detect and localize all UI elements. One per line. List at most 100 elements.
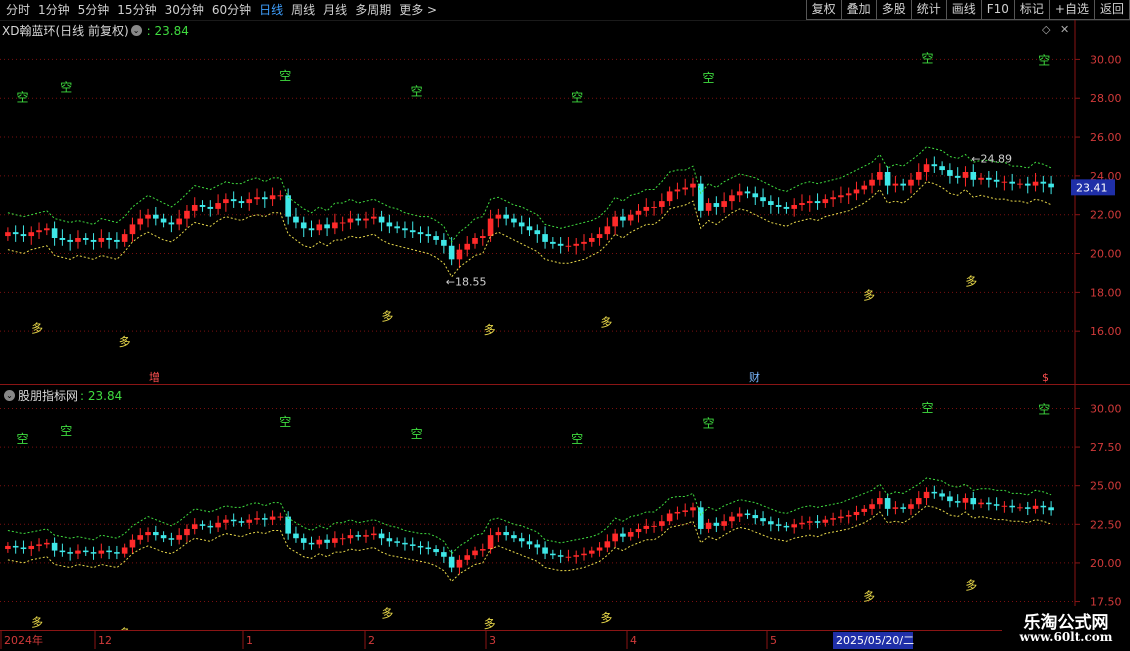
toolbar-button-8[interactable]: 返回 [1093,0,1130,20]
candle-body [939,493,945,497]
main-chart-svg: 30.0028.0026.0024.0022.0020.0018.0016.00… [0,20,1122,385]
x-tick-label: 1 [246,634,253,647]
tab-period-5[interactable]: 60分钟 [208,0,255,20]
long-signal-label: 多 [31,616,43,630]
tab-period-1[interactable]: 1分钟 [34,0,74,20]
candle-body [36,230,42,233]
candle-body [627,532,634,537]
tab-period-4[interactable]: 30分钟 [161,0,208,20]
candle-body [106,238,112,240]
candle-body [806,521,813,523]
candle-body [51,228,58,238]
candle-body [386,538,393,542]
toolbar-button-2[interactable]: 多股 [875,0,912,20]
candle-body [511,218,517,223]
candle-body [900,507,906,509]
candle-body [448,245,455,260]
watermark-logo: 乐淘公式网 www.60lt.com [1002,606,1130,650]
candle-body [612,533,618,542]
candle-body [690,507,696,511]
tab-period-7[interactable]: 周线 [287,0,319,20]
candle-body [153,532,159,536]
y-tick-label: 28.00 [1090,92,1122,105]
candle-body [230,519,237,522]
indicator-panel[interactable]: ⌄ 股朋指标网 : 23.84 30.00 27.50 25.00 22.50 20.0… [0,385,1130,630]
toolbar-button-7[interactable]: +自选 [1048,0,1095,20]
candle-body [682,510,689,512]
candle-body [238,201,245,204]
candle-body [962,498,969,503]
toolbar-button-5[interactable]: F10 [980,0,1015,20]
candle-body [145,532,151,536]
candle-body [643,525,650,529]
max-price-label: ←24.89 [971,153,1012,166]
candle-body [550,553,556,556]
candle-body [269,516,276,520]
candle-body [28,232,35,237]
candle-body [300,222,307,229]
candle-body [1032,505,1039,509]
candle-body [518,538,525,542]
candle-body [643,206,650,211]
candle-body [1017,183,1023,185]
candle-body [861,185,868,190]
tab-period-3[interactable]: 15分钟 [113,0,160,20]
toolbar-button-0[interactable]: 复权 [805,0,842,20]
candle-body [620,533,626,537]
tab-period-10[interactable]: 更多 > [395,0,441,20]
toolbar: 分时 1分钟 5分钟 15分钟 30分钟 60分钟 日线 周线 月线 多周期 更多 > 复权 叠加 多股… [0,0,1130,21]
event-marker: 财 [749,370,760,384]
candle-body [954,175,961,178]
candle-body [573,243,580,246]
candle-body [223,519,229,523]
main-chart-panel[interactable]: XD翰蓝环(日线 前复权) ⌄ : 23.84 30.00 28.00 26.00 2… [0,20,1130,385]
tab-period-2[interactable]: 5分钟 [74,0,114,20]
y-tick-label: 30.00 [1090,402,1122,415]
candle-body [129,224,136,235]
candle-body [277,195,284,197]
candle-body [877,498,883,505]
tab-period-8[interactable]: 月线 [319,0,351,20]
candle-body [760,197,766,202]
toolbar-button-4[interactable]: 画线 [945,0,982,20]
candle-body [12,232,19,235]
candle-body [721,521,727,526]
watermark-url: www.60lt.com [1019,630,1113,644]
candle-body [986,177,992,180]
toolbar-button-6[interactable]: 标记 [1013,0,1050,20]
close-icon: ✕ [1060,23,1069,36]
candle-body [176,535,182,540]
short-signal-label: 空 [279,415,291,429]
candle-body [160,535,167,539]
short-signal-label: 空 [60,424,72,438]
candle-body [721,201,727,207]
candle-body [215,203,221,209]
toolbar-button-3[interactable]: 统计 [910,0,947,20]
candle-body [869,504,875,509]
candle-body [931,491,938,494]
candle-body [90,552,97,554]
candle-body [223,199,229,204]
tab-period-0[interactable]: 分时 [2,0,34,20]
candle-body [293,216,299,223]
candle-body [409,230,416,233]
candle-body [153,214,159,219]
tab-period-9[interactable]: 多周期 [351,0,395,20]
toolbar-button-1[interactable]: 叠加 [840,0,877,20]
tab-period-6[interactable]: 日线 [255,0,287,20]
toolbar-buttons: 复权 叠加 多股 统计 画线 F10 标记 +自选 返回 [805,0,1130,20]
candle-body [1017,507,1023,509]
x-tick-label: 12 [98,634,112,647]
short-signal-label: 空 [922,401,934,415]
candle-body [324,224,330,229]
candle-body [487,535,494,550]
candle-body [775,205,782,207]
diamond-icon: ◇ [1042,23,1051,36]
candle-body [620,216,626,221]
candle-body [954,501,961,503]
candle-body [612,216,618,227]
y-tick-label: 30.00 [1090,53,1122,66]
candle-body [752,515,759,519]
candle-body [931,164,938,167]
candle-body [184,528,190,536]
